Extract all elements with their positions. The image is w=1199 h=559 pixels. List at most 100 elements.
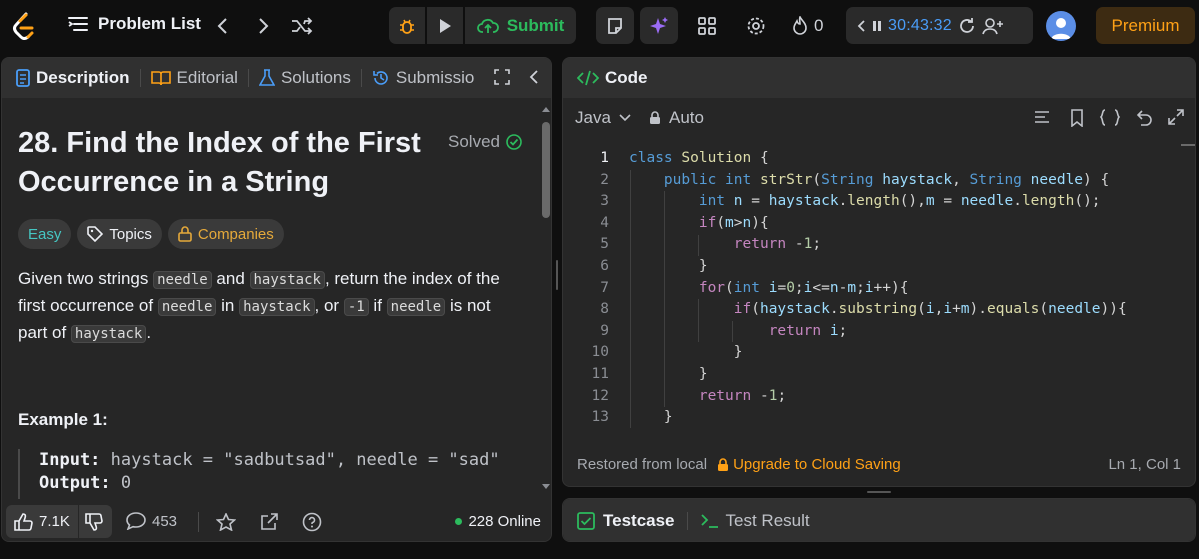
settings-button[interactable] [746,14,766,38]
auto-mode[interactable]: Auto [649,108,704,128]
add-friend-icon[interactable] [982,17,1004,35]
inline-code: needle [157,298,217,316]
terminal-icon [700,513,720,529]
thumbs-down-icon[interactable] [85,512,103,531]
tab-testcase[interactable]: Testcase [577,511,675,531]
expand-icon[interactable] [1168,109,1184,125]
inline-code: -1 [343,298,369,316]
run-button[interactable] [427,7,463,44]
comment-icon [126,512,146,530]
tab-test-result[interactable]: Test Result [700,511,810,531]
code-icon [577,70,599,86]
online-count: 228 Online [468,513,541,530]
reset-icon[interactable] [958,17,976,35]
comments-button[interactable]: 453 [126,512,177,530]
online-indicator: 228 Online [455,513,541,530]
left-tabbar: Description Editorial Solutions Submissi… [2,58,551,98]
online-dot-icon [455,518,463,525]
chevron-right-icon [258,17,270,35]
code-line: } [629,409,673,426]
problem-tags: Easy Topics Companies [18,219,284,249]
language-select[interactable]: Java [575,108,631,128]
description-scrollbar[interactable] [541,100,551,496]
testcase-tabbar: Testcase Test Result [563,499,1195,541]
vertical-resize-handle[interactable] [867,491,891,493]
panel-resize-handle[interactable] [555,260,559,290]
tab-description[interactable]: Description [16,58,140,98]
code-line: if(haystack.substring(i,i+m).equals(need… [733,301,1127,318]
premium-button[interactable]: Premium [1096,7,1195,44]
pause-icon[interactable] [872,19,882,33]
expand-icon[interactable] [494,69,510,85]
code-editor[interactable]: 1 2 3 4 5 6 7 8 9 10 11 12 13 class Solu… [563,148,1195,434]
streak-counter[interactable]: 0 [792,14,823,38]
language-label: Java [575,108,611,127]
solved-status: Solved [448,132,522,152]
notes-button[interactable] [596,7,634,44]
format-icon[interactable] [1034,110,1050,124]
scroll-up-icon[interactable] [541,104,551,114]
difficulty-badge: Easy [18,219,72,249]
problem-list-button[interactable]: Problem List [68,14,201,34]
chevron-left-icon[interactable] [856,19,866,33]
timer-display: 30:43:32 [888,16,952,34]
line-number: 3 [600,193,609,210]
companies-button[interactable]: Companies [167,219,284,249]
tab-label: Testcase [603,511,675,530]
help-icon[interactable] [302,512,322,532]
tag-icon [87,226,104,242]
ai-assist-button[interactable] [640,7,678,44]
submit-label: Submit [506,15,565,35]
thumbs-up-icon[interactable] [14,512,34,531]
random-problem-button[interactable] [290,14,314,38]
check-circle-icon [506,134,522,150]
solved-label: Solved [448,132,500,151]
like-dislike-group: 7.1K [6,505,112,538]
tab-submissions[interactable]: Submissio [372,58,484,98]
code-line: } [629,258,708,274]
checkbox-icon [577,512,595,530]
share-icon[interactable] [260,513,278,531]
divider [198,512,199,532]
code-line: return -1; [698,387,787,404]
grid-layout-icon [697,16,717,36]
next-problem-button[interactable] [252,14,276,38]
inline-code: needle [153,271,212,289]
submit-button[interactable]: Submit [465,7,576,44]
example-output-value: 0 [120,473,132,493]
problem-description: Given two strings needle and haystack, r… [18,266,518,347]
tab-label: Solutions [280,68,351,87]
tab-solutions[interactable]: Solutions [258,58,361,98]
gear-icon [746,16,766,36]
line-number: 4 [600,214,609,231]
scrollbar-thumb[interactable] [542,122,550,218]
like-count: 7.1K [39,513,70,530]
line-number: 7 [600,279,609,296]
top-bar: Problem List Submit 0 30:43:32 Premium [0,0,1199,53]
document-icon [16,69,30,87]
avatar[interactable] [1046,11,1076,41]
inline-code: haystack [70,325,147,343]
layout-button[interactable] [697,14,717,38]
line-number: 5 [600,236,609,253]
upgrade-link[interactable]: Upgrade to Cloud Saving [717,456,901,473]
scroll-down-icon[interactable] [541,482,551,492]
inline-code: haystack [249,271,325,289]
line-number: 11 [591,366,609,382]
collapse-panel-icon[interactable] [529,69,539,85]
undo-icon[interactable] [1135,109,1153,127]
timer-widget: 30:43:32 [846,7,1033,44]
topics-button[interactable]: Topics [77,219,162,249]
resize-grip[interactable] [556,260,558,290]
braces-icon[interactable] [1099,109,1121,127]
book-icon [150,70,171,86]
tab-editorial[interactable]: Editorial [150,58,248,98]
star-icon[interactable] [216,513,236,531]
leetcode-logo-icon[interactable] [12,12,38,40]
code-line: return i; [768,322,848,339]
prev-problem-button[interactable] [210,14,234,38]
bookmark-icon[interactable] [1070,109,1084,127]
debug-button[interactable] [389,7,425,44]
example-output-label: Output: [39,473,111,493]
streak-count: 0 [814,16,824,35]
